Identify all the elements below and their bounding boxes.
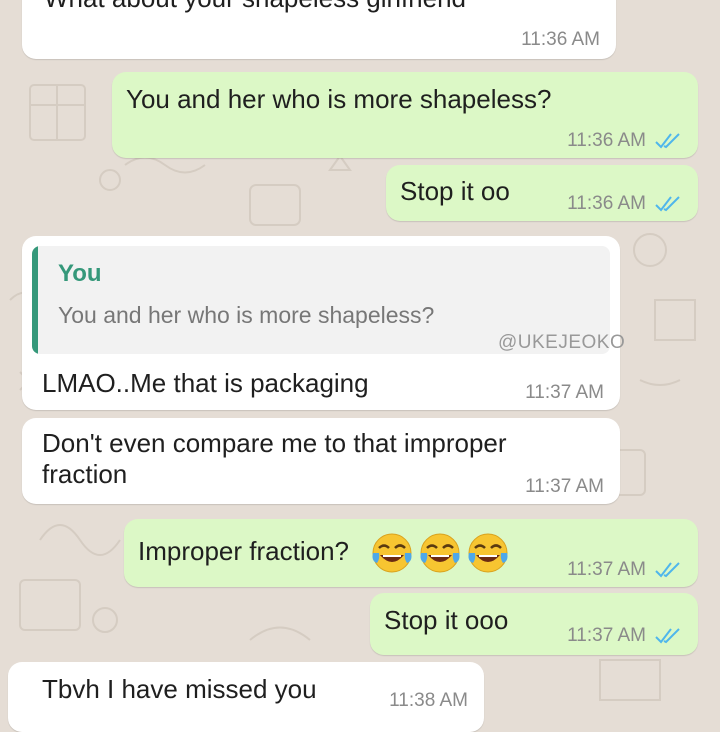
quote-text: You and her who is more shapeless? [58, 302, 435, 328]
message-text: You and her who is more shapeless? [126, 84, 552, 114]
message-timestamp: 11:36 AM [567, 130, 682, 152]
message-timestamp: 11:37 AM [567, 559, 682, 581]
message-time: 11:36 AM [521, 29, 600, 50]
message-timestamp: 11:38 AM [389, 690, 468, 712]
read-ticks-icon [655, 562, 680, 578]
tears-of-joy-emoji-icon [468, 533, 508, 573]
message-text: Improper fraction? [138, 536, 349, 566]
quote-accent-bar [32, 246, 38, 354]
read-ticks-icon [655, 196, 680, 212]
message-time: 11:37 AM [567, 559, 646, 580]
message-time: 11:37 AM [567, 625, 646, 646]
message-text: Tbvh I have missed you [42, 674, 317, 704]
message-text-line-2: fraction [42, 459, 128, 489]
message-timestamp: 11:37 AM [567, 625, 682, 647]
read-ticks-icon [655, 628, 680, 644]
message-bubble-outgoing[interactable]: Improper fraction? 11:37 AM [124, 519, 698, 587]
message-time: 11:37 AM [525, 476, 604, 497]
message-bubble-outgoing[interactable]: You and her who is more shapeless? 11:36… [112, 72, 698, 158]
message-bubble-incoming[interactable]: Tbvh I have missed you 11:38 AM [8, 662, 484, 732]
message-bubble-incoming[interactable]: What about your shapeless girlfriend 11:… [22, 0, 616, 59]
message-text: What about your shapeless girlfriend [44, 0, 466, 15]
message-bubble-outgoing[interactable]: Stop it oo 11:36 AM [386, 165, 698, 221]
message-timestamp: 11:36 AM [567, 193, 682, 215]
message-timestamp: 11:36 AM [521, 29, 600, 51]
message-timestamp: 11:37 AM [525, 382, 604, 404]
quote-author: You [58, 260, 102, 287]
message-text-line-1: Don't even compare me to that improper [42, 428, 507, 458]
message-bubble-incoming[interactable]: Don't even compare me to that improper f… [22, 418, 620, 504]
message-text: LMAO..Me that is packaging [42, 368, 369, 398]
emoji-group [370, 531, 510, 575]
message-bubble-incoming-reply[interactable]: You You and her who is more shapeless? @… [22, 236, 625, 410]
message-text: Stop it oo [400, 176, 510, 206]
tears-of-joy-emoji-icon [372, 533, 412, 573]
message-time: 11:36 AM [567, 130, 646, 151]
message-timestamp: 11:37 AM [525, 476, 604, 498]
message-time: 11:37 AM [525, 382, 604, 403]
message-bubble-outgoing[interactable]: Stop it ooo 11:37 AM [370, 593, 698, 655]
message-time: 11:38 AM [389, 690, 468, 711]
message-time: 11:36 AM [567, 193, 646, 214]
message-text: Stop it ooo [384, 605, 509, 635]
watermark: @UKEJEOKO [498, 332, 626, 353]
tears-of-joy-emoji-icon [420, 533, 460, 573]
read-ticks-icon [655, 133, 680, 149]
